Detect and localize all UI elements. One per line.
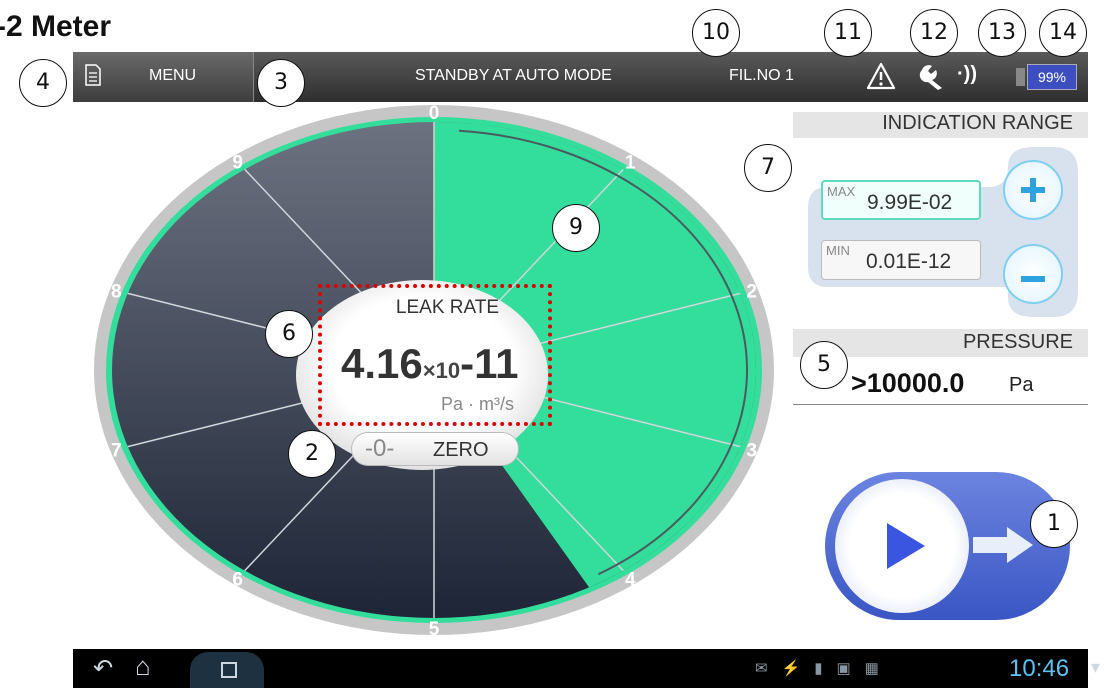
callout-12: 12 — [910, 9, 958, 57]
callout-3: 3 — [257, 59, 305, 107]
main-panel: 0123456789 LEAK RATE 4.16×10-11 Pa · m³/… — [73, 102, 1088, 649]
callout-6: 6 — [265, 310, 313, 358]
system-nav-bar: ↶ ⌂ ✉⚡▮▣▦ 10:46 ▾ — [73, 649, 1100, 688]
wrench-icon[interactable] — [918, 62, 948, 90]
filament-indicator: FIL.NO 1 — [729, 67, 794, 84]
dial-tick-label: 4 — [625, 570, 636, 591]
minus-icon — [1021, 276, 1045, 282]
back-icon[interactable]: ↶ — [93, 654, 113, 683]
dial-tick-label: 6 — [232, 570, 243, 591]
min-tag: MIN — [826, 243, 850, 258]
indication-range-title: INDICATION RANGE — [882, 112, 1073, 134]
plus-icon — [1021, 178, 1045, 202]
callout-13: 13 — [978, 9, 1026, 57]
callout-4: 4 — [19, 59, 67, 107]
callout-9: 9 — [552, 204, 600, 252]
highlight-box — [318, 284, 552, 426]
warning-icon[interactable] — [866, 62, 896, 90]
notification-icons: ✉⚡▮▣▦ — [755, 660, 893, 677]
range-increase-button[interactable] — [1003, 160, 1063, 220]
min-range-field[interactable]: MIN 0.01E-12 — [821, 240, 981, 280]
dial-tick-label: 0 — [429, 103, 440, 124]
callout-1: 1 — [1030, 500, 1078, 548]
min-value: 0.01E-12 — [866, 250, 952, 273]
dial-tick-label: 9 — [232, 152, 243, 173]
battery-cap — [1016, 68, 1025, 86]
zero-label: ZERO — [433, 439, 489, 461]
callout-5: 5 — [800, 341, 848, 389]
menu-label: MENU — [149, 67, 197, 84]
pressure-divider — [793, 404, 1088, 405]
dial-tick-label: 7 — [111, 441, 122, 462]
dial-tick-label: 1 — [625, 152, 636, 173]
callout-14: 14 — [1039, 9, 1087, 57]
wifi-icon: ▾ — [1091, 657, 1101, 677]
clock: 10:46 — [1009, 655, 1070, 682]
menu-button[interactable]: MENU — [73, 52, 254, 102]
max-value: 9.99E-02 — [867, 191, 953, 214]
dial-tick-label: 2 — [746, 281, 757, 302]
start-button[interactable] — [835, 479, 969, 613]
max-tag: MAX — [827, 184, 856, 199]
range-decrease-button[interactable] — [1003, 244, 1063, 304]
dial-tick-label: 5 — [429, 619, 440, 640]
pressure-value: >10000.0 — [851, 368, 965, 398]
recent-apps-icon — [221, 662, 237, 678]
signal-icon: ·)) — [957, 63, 977, 85]
app-bar: MENU STANDBY AT AUTO MODE FIL.NO 1 ·)) 9… — [73, 52, 1088, 102]
dial-tick-label: 3 — [746, 441, 757, 462]
document-icon — [85, 64, 101, 86]
dial-tick-label: 8 — [111, 281, 122, 302]
callout-10: 10 — [692, 9, 740, 57]
callout-11: 11 — [824, 9, 872, 57]
battery-icon: 99% — [1027, 64, 1077, 90]
pressure-title: PRESSURE — [962, 331, 1073, 353]
callout-7: 7 — [744, 144, 792, 192]
callout-2: 2 — [288, 430, 336, 478]
pressure-unit: Pa — [1009, 374, 1034, 396]
play-icon — [887, 523, 925, 569]
page-heading: -2 Meter — [0, 10, 112, 43]
max-range-field[interactable]: MAX 9.99E-02 — [821, 180, 981, 220]
home-icon[interactable]: ⌂ — [135, 651, 151, 682]
zero-symbol: -0- — [365, 435, 395, 462]
slide-arrow-icon — [973, 527, 1033, 563]
status-text: STANDBY AT AUTO MODE — [415, 67, 612, 84]
